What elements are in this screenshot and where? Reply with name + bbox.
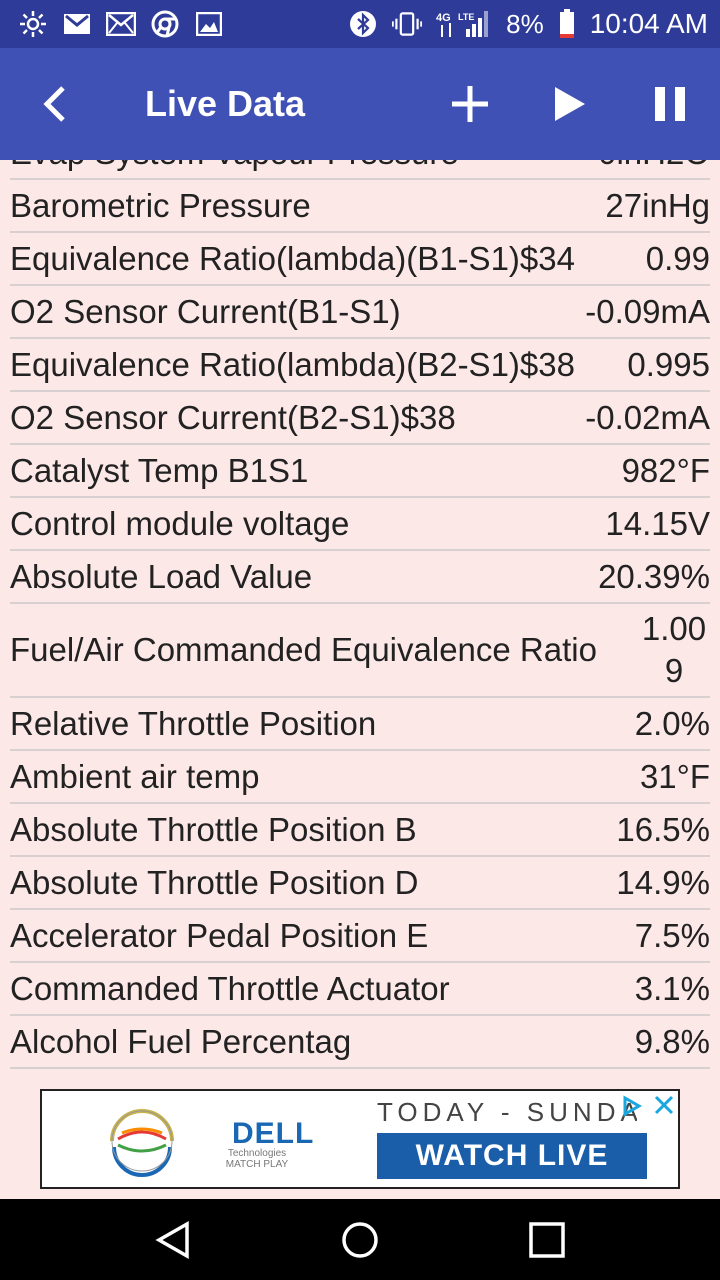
pause-icon bbox=[655, 87, 685, 121]
svg-text:4G: 4G bbox=[436, 12, 451, 24]
list-item[interactable]: Equivalence Ratio(lambda)(B2-S1)$38 0.995 bbox=[10, 339, 710, 392]
list-item[interactable]: Ambient air temp 31°F bbox=[10, 751, 710, 804]
list-item-label: Accelerator Pedal Position E bbox=[10, 916, 429, 954]
list-item-label: Equivalence Ratio(lambda)(B1-S1)$34 bbox=[10, 239, 575, 277]
list-item[interactable]: Fuel/Air Commanded Equivalence Ratio 1.00… bbox=[10, 604, 710, 698]
list-item-value: 14.9% bbox=[616, 863, 710, 901]
ad-brand: DELL bbox=[232, 1117, 315, 1150]
list-item[interactable]: Accelerator Pedal Position E 7.5% bbox=[10, 910, 710, 963]
list-item-value: 0inH2O bbox=[590, 160, 710, 178]
list-item[interactable]: Equivalence Ratio(lambda)(B1-S1)$34 0.99 bbox=[10, 233, 710, 286]
list-item-value: -0.09mA bbox=[585, 292, 710, 330]
app-bar: Live Data bbox=[0, 48, 720, 160]
list-item[interactable]: Control module voltage 14.15V bbox=[10, 498, 710, 551]
list-item-value: 14.15V bbox=[605, 504, 710, 542]
golf-championships-logo bbox=[110, 1109, 174, 1177]
recents-nav-button[interactable] bbox=[507, 1199, 587, 1280]
pause-button[interactable] bbox=[620, 48, 720, 160]
list-item-value: 0.99 bbox=[645, 239, 710, 277]
notification-icons bbox=[18, 9, 224, 39]
list-item[interactable]: O2 Sensor Current(B1-S1) -0.09mA bbox=[10, 286, 710, 339]
list-item-label: Barometric Pressure bbox=[10, 186, 311, 224]
list-item-label: Evap System Vapour Pressure bbox=[10, 160, 590, 178]
clock: 10:04 AM bbox=[589, 8, 708, 39]
list-item-label: Absolute Load Value bbox=[10, 557, 313, 595]
watch-live-button[interactable]: WATCH LIVE bbox=[377, 1133, 647, 1179]
navigation-bar bbox=[0, 1199, 720, 1280]
list-item[interactable]: Absolute Load Value 20.39% bbox=[10, 551, 710, 604]
list-item-label: Catalyst Temp B1S1 bbox=[10, 451, 309, 489]
vibrate-icon bbox=[392, 9, 423, 39]
list-content: Evap System Vapour Pressure0inH2OBaromet… bbox=[0, 160, 720, 1069]
gmail-icon bbox=[62, 9, 92, 39]
battery-icon bbox=[558, 9, 576, 39]
list-item[interactable]: Alcohol Fuel Percentag 9.8% bbox=[10, 1016, 710, 1069]
status-bar: 4G LTE 8% 10:04 AM bbox=[0, 0, 720, 48]
list-item-value: 0.995 bbox=[627, 345, 710, 383]
back-nav-button[interactable] bbox=[133, 1199, 213, 1280]
svg-text:LTE: LTE bbox=[458, 12, 474, 22]
list-item-label: Control module voltage bbox=[10, 504, 350, 542]
list-item[interactable]: Relative Throttle Position 2.0% bbox=[10, 698, 710, 751]
list-item-value: 7.5% bbox=[634, 916, 710, 954]
bluetooth-icon bbox=[348, 9, 378, 39]
recents-square-icon bbox=[528, 1221, 565, 1258]
list-item-label: O2 Sensor Current(B2-S1)$38 bbox=[10, 398, 456, 436]
list-item-label: Alcohol Fuel Percentag bbox=[10, 1022, 352, 1060]
live-data-list[interactable]: Evap System Vapour Pressure0inH2OBaromet… bbox=[0, 160, 720, 1080]
list-item-value: 9.8% bbox=[634, 1022, 710, 1060]
list-item[interactable]: O2 Sensor Current(B2-S1)$38 -0.02mA bbox=[10, 392, 710, 445]
list-item[interactable]: Evap System Vapour Pressure0inH2O bbox=[10, 160, 710, 180]
list-item[interactable]: Catalyst Temp B1S1 982°F bbox=[10, 445, 710, 498]
list-item-value: -0.02mA bbox=[585, 398, 710, 436]
list-item-label: Fuel/Air Commanded Equivalence Ratio bbox=[10, 631, 597, 668]
list-item-label: Absolute Throttle Position B bbox=[10, 810, 417, 848]
list-item-value: 31°F bbox=[639, 757, 710, 795]
list-item-label: Relative Throttle Position bbox=[10, 704, 377, 742]
ad-tagline: TODAY - SUNDAY bbox=[377, 1097, 637, 1127]
list-item-value: 1.009 bbox=[641, 610, 707, 689]
chevron-left-icon bbox=[43, 86, 65, 122]
list-item-value: 3.1% bbox=[634, 969, 710, 1007]
home-nav-button[interactable] bbox=[320, 1199, 400, 1280]
page-title: Live Data bbox=[145, 83, 306, 124]
list-item-label: Absolute Throttle Position D bbox=[10, 863, 419, 901]
list-item[interactable]: Commanded Throttle Actuator 3.1% bbox=[10, 963, 710, 1016]
play-icon bbox=[555, 87, 585, 121]
list-item-label: Ambient air temp bbox=[10, 757, 260, 795]
ad-choices-icon[interactable] bbox=[620, 1095, 642, 1117]
play-button[interactable] bbox=[520, 48, 620, 160]
back-button[interactable] bbox=[0, 48, 110, 160]
list-item-value: 16.5% bbox=[616, 810, 710, 848]
chrome-icon bbox=[150, 9, 180, 39]
list-item[interactable]: Absolute Throttle Position B 16.5% bbox=[10, 804, 710, 857]
close-icon[interactable] bbox=[652, 1093, 676, 1117]
system-indicators: 4G LTE 8% 10:04 AM bbox=[348, 8, 708, 40]
image-icon bbox=[194, 9, 224, 39]
plus-icon bbox=[452, 86, 488, 122]
ad-banner[interactable]: DELL Technologies MATCH PLAY TODAY - SUN… bbox=[40, 1089, 680, 1189]
back-triangle-icon bbox=[155, 1220, 190, 1259]
ad-brand-sub: Technologies MATCH PLAY bbox=[225, 1148, 289, 1170]
weather-icon bbox=[18, 9, 48, 39]
list-item-value: 27inHg bbox=[605, 186, 710, 224]
list-item-value: 20.39% bbox=[598, 557, 710, 595]
list-item[interactable]: Barometric Pressure 27inHg bbox=[10, 180, 710, 233]
add-button[interactable] bbox=[420, 48, 520, 160]
battery-percent: 8% bbox=[506, 8, 544, 39]
list-item-label: Commanded Throttle Actuator bbox=[10, 969, 450, 1007]
list-item-label: Equivalence Ratio(lambda)(B2-S1)$38 bbox=[10, 345, 575, 383]
list-item-value: 982°F bbox=[621, 451, 710, 489]
list-item[interactable]: Absolute Throttle Position D 14.9% bbox=[10, 857, 710, 910]
list-item-label: O2 Sensor Current(B1-S1) bbox=[10, 292, 401, 330]
mail-icon bbox=[106, 9, 136, 39]
list-item-value: 2.0% bbox=[634, 704, 710, 742]
signal-icon: 4G LTE bbox=[436, 9, 492, 39]
home-circle-icon bbox=[342, 1221, 378, 1258]
